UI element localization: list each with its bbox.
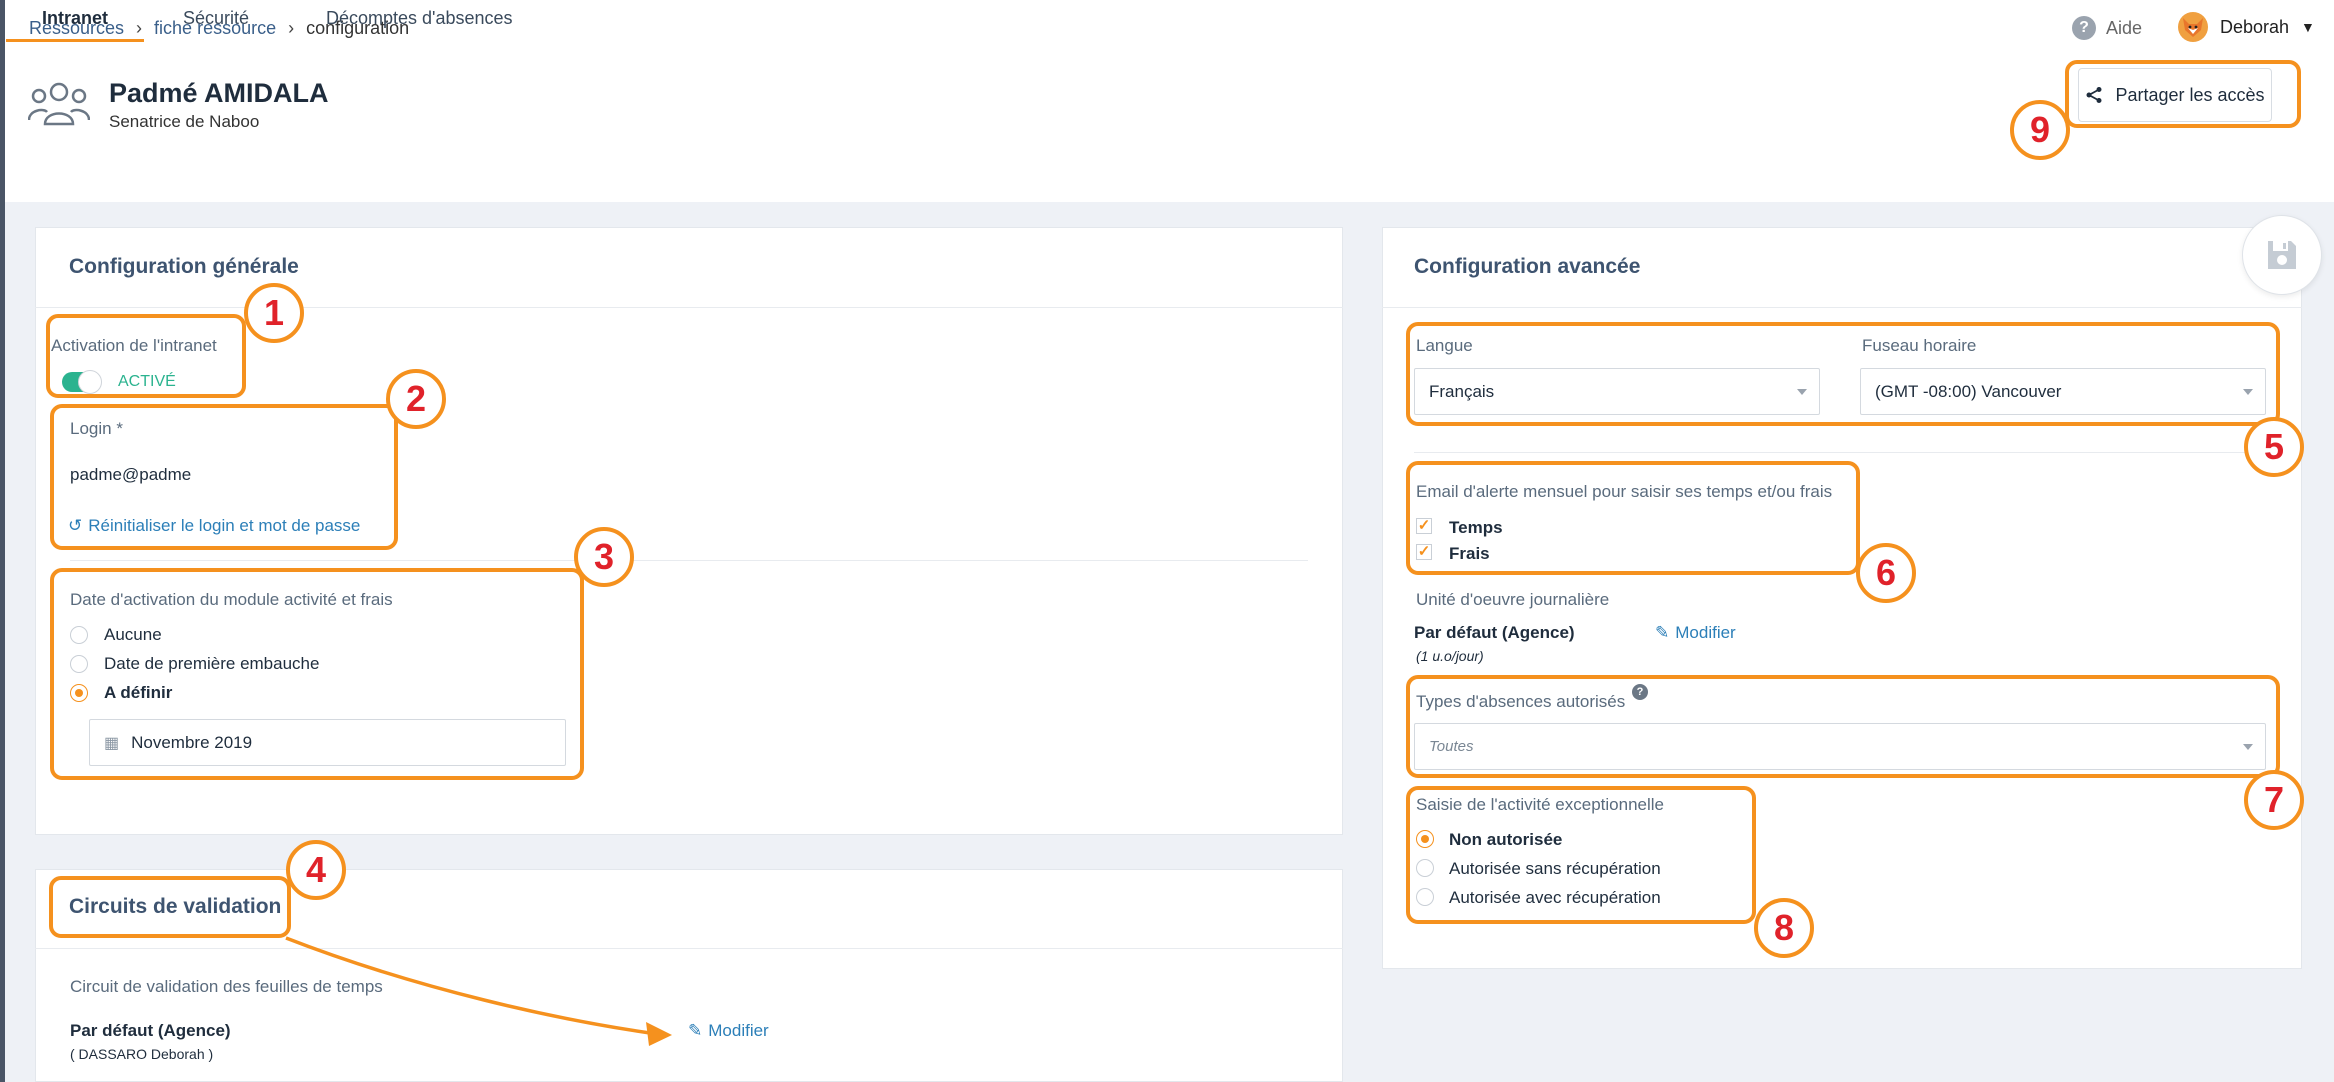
pencil-icon: ✎ (688, 1021, 703, 1040)
circuits-default-label: Par défaut (Agence) (70, 1021, 231, 1040)
unit-modify-label: Modifier (1675, 623, 1736, 642)
tab-intranet[interactable]: Intranet (6, 0, 144, 42)
panel-divider (35, 307, 1343, 308)
general-config-title: Configuration générale (69, 255, 299, 278)
tab-decomptes[interactable]: Décomptes d'absences (326, 0, 513, 42)
highlight-box-7 (1406, 675, 2280, 778)
breadcrumb-separator-icon: › (288, 18, 295, 38)
highlight-box-6 (1406, 461, 1860, 575)
annotation-marker-8: 8 (1754, 898, 1814, 958)
tab-securite[interactable]: Sécurité (183, 0, 249, 42)
pencil-icon: ✎ (1655, 623, 1670, 642)
annotation-marker-4: 4 (286, 840, 346, 900)
help-link[interactable]: ? Aide (2072, 16, 2142, 40)
highlight-box-8 (1406, 786, 1756, 924)
panel-divider (70, 560, 1308, 561)
annotation-marker-5: 5 (2244, 417, 2304, 477)
left-edge-bar (0, 0, 5, 1082)
highlight-box-2 (50, 404, 398, 550)
help-label: Aide (2106, 17, 2143, 38)
annotation-marker-1: 1 (244, 283, 304, 343)
advanced-config-title: Configuration avancée (1414, 255, 1641, 278)
highlight-box-1 (46, 314, 246, 398)
highlight-box-9 (2065, 60, 2301, 128)
highlight-box-4 (49, 876, 291, 938)
person-subtitle: Senatrice de Naboo (109, 112, 260, 131)
circuits-subtitle: Circuit de validation des feuilles de te… (70, 977, 383, 996)
help-icon: ? (2072, 16, 2096, 40)
panel-divider (1382, 307, 2302, 308)
user-menu[interactable]: Deborah ▼ (2178, 12, 2315, 42)
floppy-disk-icon (2268, 241, 2296, 269)
circuits-default-sub: ( DASSARO Deborah ) (70, 1046, 214, 1062)
person-name: Padmé AMIDALA (109, 78, 329, 108)
user-name: Deborah (2220, 16, 2290, 37)
circuits-modify-label: Modifier (708, 1021, 769, 1040)
save-button[interactable] (2242, 215, 2322, 295)
unit-modify-link[interactable]: ✎ Modifier (1655, 623, 1736, 643)
fox-avatar-icon (2178, 12, 2208, 42)
panel-divider (35, 948, 1343, 949)
chevron-down-icon: ▼ (2301, 19, 2315, 35)
unit-default-label: Par défaut (Agence) (1414, 623, 1575, 642)
annotation-marker-6: 6 (1856, 543, 1916, 603)
users-group-icon (28, 82, 90, 126)
highlight-box-5 (1406, 322, 2280, 426)
annotation-marker-2: 2 (386, 369, 446, 429)
circuits-modify-link[interactable]: ✎ Modifier (688, 1021, 769, 1041)
panel-divider (1414, 452, 2286, 453)
annotation-marker-3: 3 (574, 527, 634, 587)
unit-default-sub: (1 u.o/jour) (1416, 648, 1484, 664)
unit-label: Unité d'oeuvre journalière (1416, 590, 1610, 609)
annotation-marker-7: 7 (2244, 770, 2304, 830)
annotation-marker-9: 9 (2010, 100, 2070, 160)
highlight-box-3 (50, 568, 584, 780)
